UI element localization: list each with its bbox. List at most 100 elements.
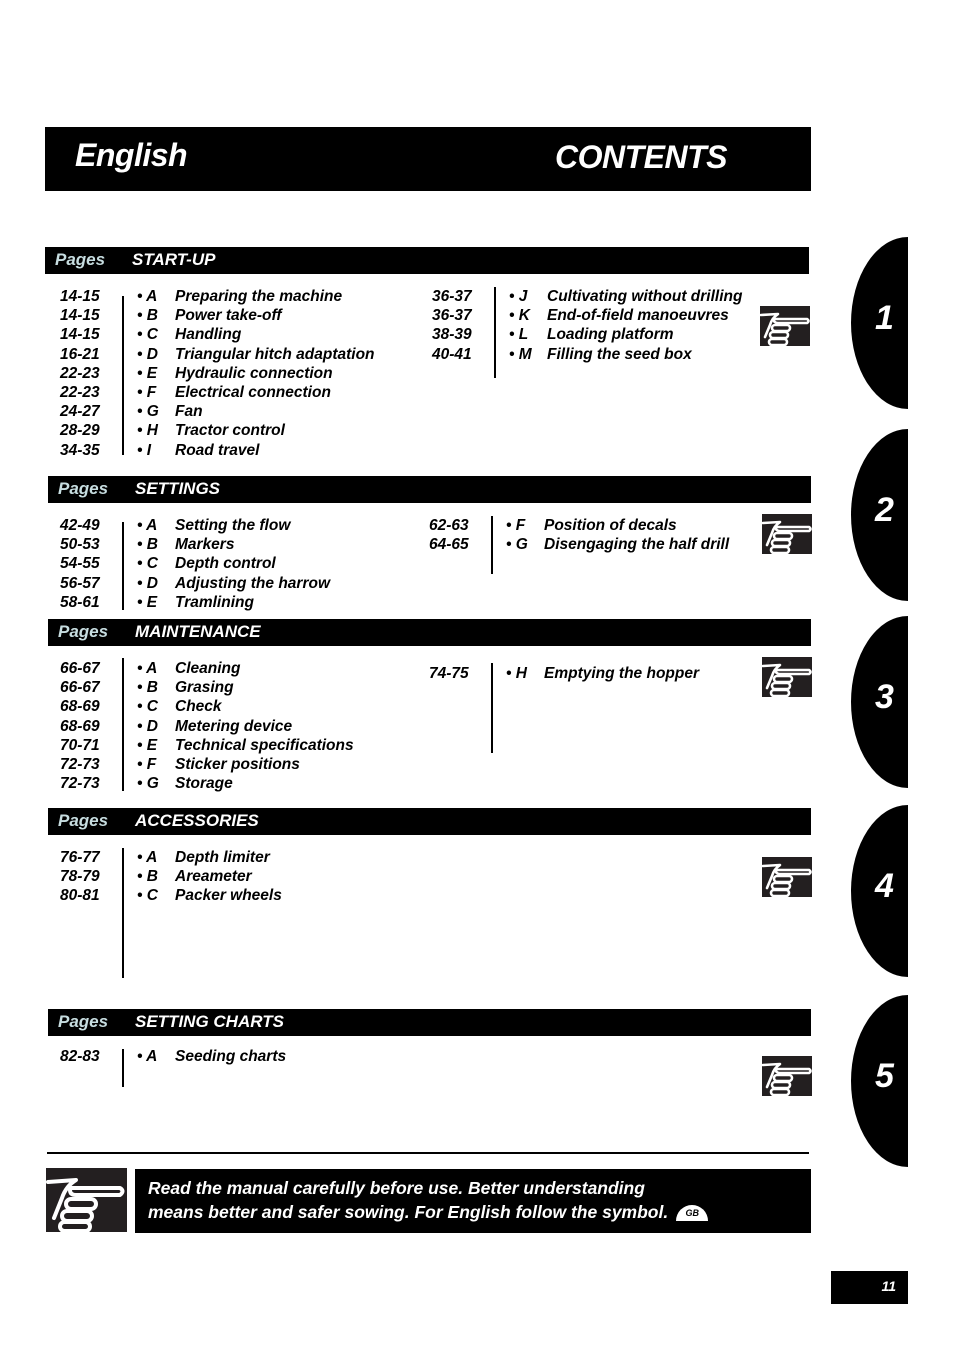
toc-column-right: 36-37 • J Cultivating without drilling 36-3… [432, 287, 742, 364]
column-divider [491, 663, 493, 753]
section-title: MAINTENANCE [135, 622, 261, 641]
section-title: SETTING CHARTS [135, 1012, 284, 1031]
pages-label: Pages [58, 1012, 109, 1031]
toc-entry[interactable]: 16-21 • D Triangular hitch adaptation [60, 345, 375, 364]
toc-label: Metering device [175, 717, 293, 735]
reading-note: Read the manual carefully before use. Be… [135, 1169, 811, 1233]
section-title: ACCESSORIES [135, 811, 259, 830]
toc-entry[interactable]: 14-15 • A Preparing the machine [60, 287, 360, 306]
toc-entry[interactable]: 82-83 • A Seeding charts [60, 1047, 360, 1066]
toc-entry[interactable]: 38-39 • L Loading platform [432, 325, 732, 344]
toc-label: Preparing the machine [175, 288, 343, 305]
toc-letter: • A [137, 849, 158, 866]
note-line-1: Read the manual carefully before use. Be… [148, 1178, 645, 1198]
toc-letter: • C [137, 887, 158, 905]
toc-page-range: 58-61 [60, 593, 100, 611]
toc-letter: • B [137, 679, 158, 697]
contents-title: CONTENTS [555, 139, 728, 175]
toc-letter: • D [137, 345, 158, 363]
toc-label: Handling [175, 326, 242, 344]
toc-label: Areameter [175, 868, 252, 886]
toc-entry[interactable]: 72-73 • G Storage [60, 774, 360, 793]
toc-entry[interactable]: 68-69 • C Check [60, 697, 360, 716]
toc-letter: • E [137, 364, 158, 382]
toc-page-range: 14-15 [60, 288, 100, 305]
pages-label: Pages [58, 811, 109, 830]
toc-letter: • C [137, 326, 158, 344]
title-bar: English CONTENTS [45, 127, 811, 191]
chapter-tab-5[interactable]: 5 [851, 995, 908, 1167]
toc-entry[interactable]: 66-67 • A Cleaning [60, 659, 360, 678]
chapter-tab-3[interactable]: 3 [851, 616, 908, 788]
toc-entry[interactable]: 76-77 • A Depth limiter [60, 848, 360, 867]
section-title: START-UP [132, 250, 216, 269]
toc-page-range: 24-27 [60, 403, 100, 421]
toc-page-range: 54-55 [60, 555, 100, 573]
toc-letter: • A [137, 1048, 158, 1065]
toc-page-range: 40-41 [432, 345, 472, 363]
toc-label: Tractor control [175, 422, 285, 440]
toc-entry[interactable]: 70-71 • E Technical specifications [60, 736, 360, 755]
toc-label: Position of decals [544, 517, 677, 534]
toc-page-range: 28-29 [60, 422, 100, 440]
pointing-hand-icon [761, 857, 812, 898]
toc-label: Adjusting the harrow [175, 574, 330, 592]
chapter-tab-number: 5 [875, 1057, 894, 1095]
toc-letter: • K [509, 307, 530, 325]
toc-label: End-of-field manoeuvres [547, 307, 729, 325]
toc-entry[interactable]: 78-79 • B Areameter [60, 867, 360, 886]
toc-column-left: 42-49 • A Setting the flow 50-53 • B Markers 5… [60, 516, 360, 612]
toc-page-range: 14-15 [60, 326, 100, 344]
toc-label: Seeding charts [175, 1048, 287, 1065]
toc-letter: • B [137, 868, 158, 886]
page-number-box: 11 [831, 1271, 908, 1304]
toc-entry[interactable]: 34-35 • I Road travel [60, 441, 360, 460]
toc-entry[interactable]: 14-15 • C Handling [60, 325, 360, 344]
toc-letter: • A [137, 660, 158, 677]
toc-letter: • G [137, 775, 159, 793]
toc-entry[interactable]: 36-37 • J Cultivating without drilling [432, 287, 742, 306]
toc-entry[interactable]: 72-73 • F Sticker positions [60, 755, 360, 774]
chapter-tab-4[interactable]: 4 [851, 805, 908, 977]
toc-entry[interactable]: 58-61 • E Tramlining [60, 593, 360, 612]
toc-entry[interactable]: 68-69 • D Metering device [60, 717, 360, 736]
toc-page-range: 68-69 [60, 698, 100, 716]
toc-letter: • H [137, 422, 158, 440]
toc-entry[interactable]: 22-23 • F Electrical connection [60, 383, 360, 402]
toc-entry[interactable]: 56-57 • D Adjusting the harrow [60, 574, 360, 593]
toc-page-range: 50-53 [60, 536, 100, 554]
toc-entry[interactable]: 64-65 • G Disengaging the half drill [429, 535, 729, 554]
toc-entry[interactable]: 22-23 • E Hydraulic connection [60, 364, 360, 383]
page-number: 11 [881, 1278, 896, 1294]
toc-entry[interactable]: 50-53 • B Markers [60, 535, 360, 554]
toc-entry[interactable]: 36-37 • K End-of-field manoeuvres [432, 306, 732, 325]
pages-label: Pages [58, 479, 109, 498]
toc-entry[interactable]: 42-49 • A Setting the flow [60, 516, 360, 535]
toc-page-range: 22-23 [60, 364, 100, 382]
toc-page-range: 68-69 [60, 717, 100, 735]
toc-letter: • I [137, 441, 152, 459]
toc-label: Tramlining [175, 593, 254, 611]
toc-label: Power take-off [175, 307, 282, 325]
toc-entry[interactable]: 80-81 • C Packer wheels [60, 886, 360, 905]
toc-entry[interactable]: 54-55 • C Depth control [60, 554, 360, 573]
toc-entry[interactable]: 62-63 • F Position of decals [429, 516, 729, 535]
pages-label: Pages [55, 250, 106, 269]
section-header-start-up: Pages START-UP [45, 247, 809, 274]
chapter-tab-2[interactable]: 2 [851, 429, 908, 601]
toc-page-range: 34-35 [60, 441, 100, 459]
toc-label: Markers [175, 536, 235, 554]
toc-page-range: 56-57 [60, 574, 100, 592]
toc-page-range: 66-67 [60, 679, 100, 697]
chapter-tab-1[interactable]: 1 [851, 237, 908, 409]
toc-column-right: 74-75 • H Emptying the hopper [429, 664, 729, 683]
toc-entry[interactable]: 24-27 • G Fan [60, 402, 360, 421]
toc-entry[interactable]: 14-15 • B Power take-off [60, 306, 360, 325]
toc-label: Check [175, 698, 222, 716]
toc-entry[interactable]: 74-75 • H Emptying the hopper [429, 664, 729, 683]
column-divider [122, 848, 124, 978]
toc-entry[interactable]: 28-29 • H Tractor control [60, 421, 360, 440]
toc-page-range: 16-21 [60, 345, 100, 363]
toc-entry[interactable]: 40-41 • M Filling the seed box [432, 345, 732, 364]
toc-entry[interactable]: 66-67 • B Grasing [60, 678, 360, 697]
